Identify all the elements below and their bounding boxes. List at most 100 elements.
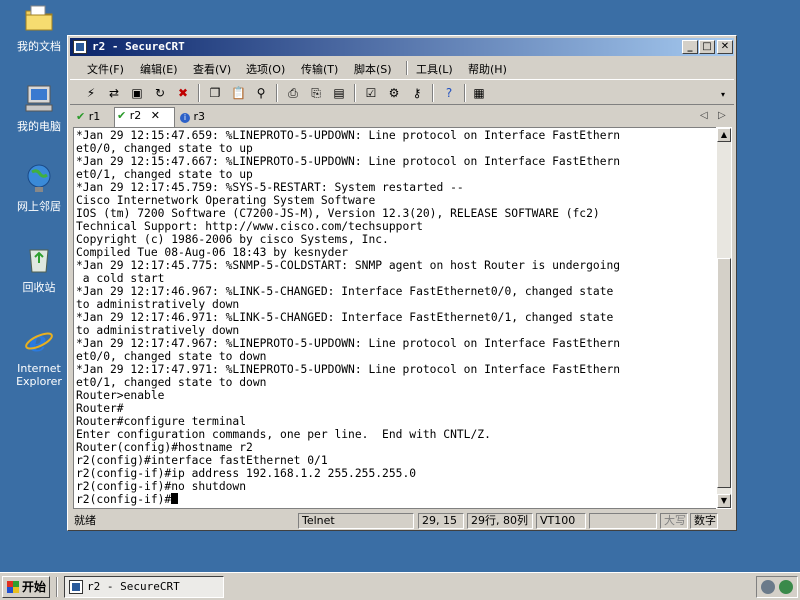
tab-r3[interactable]: i r3 <box>180 109 214 126</box>
terminal-cursor <box>171 493 179 504</box>
terminal-line: *Jan 29 12:17:46.971: %LINK-5-CHANGED: I… <box>76 311 614 324</box>
connect-in-tab-button[interactable]: ▣ <box>128 84 146 102</box>
desktop-icon-recycle-bin[interactable]: 回收站 <box>6 243 72 294</box>
gear-icon: ⚙ <box>388 86 400 100</box>
close-button[interactable]: ✕ <box>717 40 733 54</box>
terminal-line: to administratively down <box>76 298 240 311</box>
reconnect-button[interactable]: ↻ <box>151 84 169 102</box>
terminal-line: *Jan 29 12:17:45.775: %SNMP-5-COLDSTART:… <box>76 259 621 272</box>
terminal-output: *Jan 29 12:15:47.659: %LINEPROTO-5-UPDOW… <box>76 129 721 506</box>
print-selection-button[interactable]: ⎘ <box>307 84 325 102</box>
terminal-line: Router>enable <box>76 389 165 402</box>
find-button[interactable]: ⚲ <box>252 84 270 102</box>
tab-scroll-left-icon[interactable]: ◁ <box>700 110 708 121</box>
toolbar-separator <box>198 84 200 102</box>
title-bar[interactable]: r2 - SecureCRT _ □ ✕ <box>70 38 734 56</box>
session-tabs: ✔ r1 ✔ r2 ✕ i r3 ◁ ▷ <box>70 107 734 127</box>
taskbar: 开始 r2 - SecureCRT <box>0 572 800 600</box>
about-button[interactable]: ▦ <box>470 84 488 102</box>
print-selection-icon: ⎘ <box>311 86 321 100</box>
disconnect-icon: ✖ <box>177 86 189 100</box>
tab-label: r3 <box>193 110 206 123</box>
menu-view[interactable]: 查看(V) <box>193 61 231 77</box>
connected-check-icon: ✔ <box>76 110 86 123</box>
terminal-line: *Jan 29 12:17:47.971: %LINEPROTO-5-UPDOW… <box>76 363 621 376</box>
menu-options[interactable]: 选项(O) <box>246 61 285 77</box>
desktop-icon-my-documents[interactable]: 我的文档 <box>6 2 72 53</box>
reconnect-icon: ↻ <box>154 86 166 100</box>
help-button[interactable]: ? <box>440 84 458 102</box>
status-caps-lock: 大写 <box>660 513 688 529</box>
session-options-button[interactable]: ☑ <box>362 84 380 102</box>
tray-network-icon[interactable] <box>779 580 793 594</box>
menu-bar: 文件(F) 编辑(E) 查看(V) 选项(O) 传输(T) 脚本(S) 工具(L… <box>70 58 734 78</box>
network-icon <box>27 164 51 192</box>
toolbar-separator <box>354 84 356 102</box>
terminal-area[interactable]: *Jan 29 12:15:47.659: %LINEPROTO-5-UPDOW… <box>73 127 724 509</box>
toolbar-overflow-button[interactable]: ▾ <box>718 90 728 100</box>
desktop-icon-label: Internet Explorer <box>16 362 62 388</box>
help-icon: ? <box>445 86 453 100</box>
toolbar-separator <box>432 84 434 102</box>
print-button[interactable]: ⎙ <box>284 84 302 102</box>
terminal-line: Router#configure terminal <box>76 415 247 428</box>
taskbar-item-securecrt[interactable]: r2 - SecureCRT <box>64 576 224 598</box>
paste-button[interactable]: 📋 <box>229 84 247 102</box>
connect-button[interactable]: ⚡ <box>82 84 100 102</box>
folder-icon <box>25 5 53 31</box>
terminal-line: *Jan 29 12:15:47.659: %LINEPROTO-5-UPDOW… <box>76 129 621 142</box>
copy-icon: ❐ <box>209 86 221 100</box>
terminal-line: Enter configuration commands, one per li… <box>76 428 491 441</box>
status-empty <box>589 513 657 529</box>
desktop-icon-label: 我的文档 <box>17 40 61 53</box>
securecrt-app-icon <box>73 40 87 54</box>
start-button[interactable]: 开始 <box>2 576 50 598</box>
session-options-icon: ☑ <box>365 86 377 100</box>
copy-button[interactable]: ❐ <box>206 84 224 102</box>
desktop-icon-my-computer[interactable]: 我的电脑 <box>6 82 72 133</box>
minimize-button[interactable]: _ <box>682 40 698 54</box>
tray-volume-icon[interactable] <box>761 580 775 594</box>
scroll-down-icon[interactable]: ▼ <box>717 494 731 508</box>
status-emulation: VT100 <box>536 513 586 529</box>
menu-file[interactable]: 文件(F) <box>87 61 124 77</box>
terminal-line: r2(config)#interface fastEthernet 0/1 <box>76 454 328 467</box>
scroll-up-icon[interactable]: ▲ <box>717 128 731 142</box>
quick-connect-button[interactable]: ⇄ <box>105 84 123 102</box>
disconnect-button[interactable]: ✖ <box>174 84 192 102</box>
menu-help[interactable]: 帮助(H) <box>468 61 507 77</box>
info-icon: i <box>180 113 190 123</box>
global-options-button[interactable]: ⚙ <box>385 84 403 102</box>
desktop-icon-internet-explorer[interactable]: e Internet Explorer <box>6 324 72 388</box>
system-tray <box>756 576 798 598</box>
terminal-line: *Jan 29 12:17:45.759: %SYS-5-RESTART: Sy… <box>76 181 464 194</box>
status-bar: 就绪 Telnet 29, 15 29行, 80列 VT100 大写 数字 <box>70 512 734 530</box>
scrollbar-thumb[interactable] <box>717 258 731 488</box>
tab-scroll-right-icon[interactable]: ▷ <box>718 110 726 121</box>
desktop-icon-network[interactable]: 网上邻居 <box>6 162 72 213</box>
maximize-button[interactable]: □ <box>699 40 715 54</box>
tab-close-icon[interactable]: ✕ <box>151 109 160 122</box>
computer-icon <box>25 85 53 112</box>
print-icon: ⎙ <box>288 86 298 100</box>
vertical-scrollbar[interactable]: ▲ ▼ <box>716 127 732 509</box>
terminal-line: a cold start <box>76 272 165 285</box>
menu-edit[interactable]: 编辑(E) <box>140 61 178 77</box>
terminal-prompt: r2(config-if)# <box>76 493 172 506</box>
binoculars-icon: ⚲ <box>256 86 266 100</box>
menu-script[interactable]: 脚本(S) <box>354 61 392 77</box>
printer-button[interactable]: ▤ <box>330 84 348 102</box>
chevron-down-icon: ▾ <box>720 90 725 99</box>
terminal-line: *Jan 29 12:17:47.967: %LINEPROTO-5-UPDOW… <box>76 337 621 350</box>
menu-transfer[interactable]: 传输(T) <box>301 61 338 77</box>
keymap-button[interactable]: ⚷ <box>408 84 426 102</box>
status-ready: 就绪 <box>74 514 96 527</box>
about-icon: ▦ <box>473 86 485 100</box>
menu-separator <box>406 61 408 75</box>
toolbar-separator <box>276 84 278 102</box>
menu-tools[interactable]: 工具(L) <box>416 61 453 77</box>
key-icon: ⚷ <box>412 86 422 100</box>
tab-r1[interactable]: ✔ r1 <box>76 109 110 126</box>
tab-r2[interactable]: ✔ r2 ✕ <box>114 107 175 127</box>
toolbar: ⚡ ⇄ ▣ ↻ ✖ ❐ 📋 ⚲ ⎙ ⎘ ▤ ☑ ⚙ ⚷ ? ▦ ▾ <box>70 79 734 105</box>
